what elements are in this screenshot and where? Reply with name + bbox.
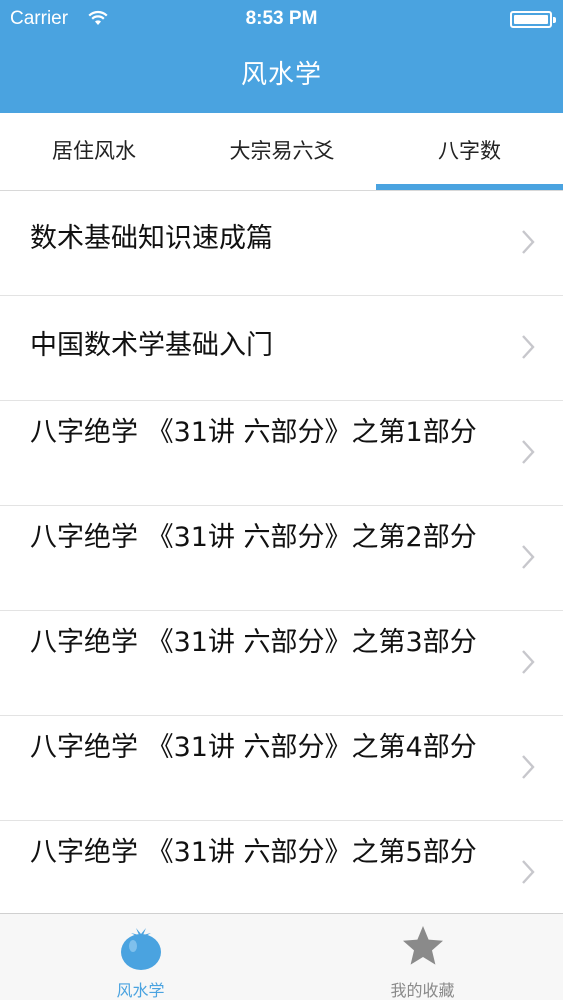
- list-item-label: 数术基础知识速成篇: [30, 223, 273, 254]
- chevron-right-icon: [522, 440, 535, 464]
- chevron-right-icon: [522, 755, 535, 779]
- chevron-right-icon: [522, 335, 535, 359]
- list-item[interactable]: 八字绝学 《31讲 六部分》之第3部分: [0, 611, 563, 716]
- tabbar-label: 我的收藏: [390, 981, 455, 1000]
- list-item-label: 八字绝学 《31讲 六部分》之第3部分: [30, 627, 477, 658]
- chevron-right-icon: [522, 230, 535, 254]
- list-item-label: 中国数术学基础入门: [30, 330, 273, 361]
- bottom-tab-bar: 风水学 我的收藏: [0, 913, 563, 1000]
- chevron-right-icon: [522, 650, 535, 674]
- status-bar: Carrier 8:53 PM: [0, 0, 563, 38]
- list-item[interactable]: 数术基础知识速成篇: [0, 191, 563, 296]
- list-item[interactable]: 八字绝学 《31讲 六部分》之第4部分: [0, 716, 563, 821]
- selected-tab-indicator: [376, 184, 563, 190]
- star-icon: [402, 926, 443, 965]
- tab-liuyao[interactable]: 大宗易六爻: [188, 113, 376, 189]
- list-item-label: 八字绝学 《31讲 六部分》之第2部分: [30, 522, 477, 553]
- status-time: 8:53 PM: [245, 8, 318, 29]
- tab-residential-fengshui[interactable]: 居住风水: [0, 113, 188, 189]
- chevron-right-icon: [522, 860, 535, 884]
- list-item[interactable]: 八字绝学 《31讲 六部分》之第5部分: [0, 821, 563, 913]
- list-item[interactable]: 八字绝学 《31讲 六部分》之第2部分: [0, 506, 563, 611]
- article-list: 数术基础知识速成篇 中国数术学基础入门 八字绝学 《31讲 六部分》之第1部分 …: [0, 191, 563, 913]
- page-title: 风水学: [240, 60, 322, 90]
- tabbar-item-fengshui[interactable]: 风水学: [0, 914, 281, 1000]
- list-item-label: 八字绝学 《31讲 六部分》之第5部分: [30, 837, 477, 868]
- list-item[interactable]: 中国数术学基础入门: [0, 296, 563, 401]
- category-tabs: 居住风水 大宗易六爻 八字数: [0, 113, 563, 191]
- list-item[interactable]: 八字绝学 《31讲 六部分》之第1部分: [0, 401, 563, 506]
- tab-bazi[interactable]: 八字数: [376, 113, 563, 189]
- navigation-header: Carrier 8:53 PM 风水学: [0, 0, 563, 113]
- tabbar-item-favorites[interactable]: 我的收藏: [282, 914, 563, 1000]
- tabbar-label: 风水学: [116, 981, 165, 1000]
- list-item-label: 八字绝学 《31讲 六部分》之第4部分: [30, 732, 477, 763]
- list-item-label: 八字绝学 《31讲 六部分》之第1部分: [30, 417, 477, 448]
- tomato-icon: [120, 928, 161, 970]
- chevron-right-icon: [522, 545, 535, 569]
- battery-icon: [510, 11, 556, 28]
